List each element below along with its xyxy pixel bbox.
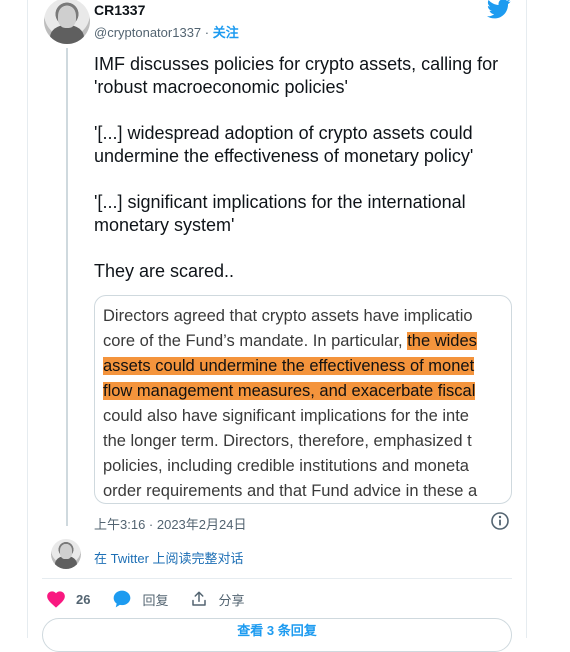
image-text-highlight: the wides <box>407 332 477 350</box>
image-text-line: core of the Fund’s mandate. In particula… <box>103 329 511 354</box>
image-text-line: the longer term. Directors, therefore, e… <box>103 429 511 454</box>
attached-image[interactable]: Directors agreed that crypto assets have… <box>94 295 512 504</box>
tweet-paragraph: '[...] widespread adoption of crypto ass… <box>94 122 524 168</box>
thread-connector-line <box>66 48 68 526</box>
image-text-plain: core of the Fund’s mandate. In particula… <box>103 332 408 350</box>
image-text-line: could also have significant implications… <box>103 404 511 429</box>
image-text-plain: could also have significant implications… <box>103 407 469 425</box>
reply-button[interactable]: 回复 <box>112 589 168 609</box>
image-text-line: order requirements and that Fund advice … <box>103 479 511 503</box>
share-label: 分享 <box>218 592 245 608</box>
image-text-line: Directors agreed that crypto assets have… <box>103 304 511 329</box>
tweet-line: '[...] widespread adoption of crypto ass… <box>94 123 473 143</box>
follow-link[interactable]: 关注 <box>213 25 239 40</box>
tweet-timestamp[interactable]: 上午3:16 · 2023年2月24日 <box>94 514 246 533</box>
image-text-line: assets could undermine the effectiveness… <box>103 354 511 379</box>
reply-label: 回复 <box>142 592 169 608</box>
image-text-highlight: flow management measures, and exacerbate… <box>103 382 476 400</box>
tweet-line: They are scared.. <box>94 261 235 281</box>
like-count: 26 <box>76 591 91 607</box>
share-icon <box>192 591 207 606</box>
tweet-paragraph: IMF discusses policies for crypto assets… <box>94 53 524 99</box>
attached-image-text: Directors agreed that crypto assets have… <box>103 304 511 503</box>
image-text-plain: order requirements and that Fund advice … <box>103 482 478 500</box>
tweet-line: IMF discusses policies for crypto assets… <box>94 54 499 74</box>
image-text-plain: Directors agreed that crypto assets have… <box>103 307 473 325</box>
image-text-highlight: assets could undermine the effectiveness… <box>103 357 475 375</box>
more-replies-button[interactable]: 查看 3 条回复 <box>42 618 512 652</box>
image-text-line: flow management measures, and exacerbate… <box>103 379 511 404</box>
read-full-thread-link[interactable]: 在 Twitter 上阅读完整对话 <box>94 548 244 567</box>
twitter-bird-icon[interactable] <box>487 0 511 20</box>
user-handle[interactable]: @cryptonator1337 <box>94 25 201 40</box>
like-button[interactable]: 26 <box>46 590 90 608</box>
action-bar: 26 回复 分享 <box>46 588 267 610</box>
image-text-line: policies, including credible institution… <box>103 454 511 479</box>
image-text-plain: the longer term. Directors, therefore, e… <box>103 432 472 450</box>
tweet-line: monetary system' <box>94 215 235 235</box>
tweet-body: IMF discusses policies for crypto assets… <box>94 53 524 283</box>
tweet-paragraph: They are scared.. <box>94 260 524 283</box>
divider <box>42 578 512 579</box>
tweet-paragraph: '[...] significant implications for the … <box>94 191 524 237</box>
reply-bubble-icon <box>114 590 131 608</box>
reader-avatar <box>51 539 81 569</box>
tweet-line: undermine the effectiveness of monetary … <box>94 146 474 166</box>
user-display-name[interactable]: CR1337 <box>94 2 145 18</box>
tweet-line: 'robust macroeconomic policies' <box>94 77 348 97</box>
user-meta-line: @cryptonator1337 · 关注 <box>94 22 239 41</box>
meta-separator: · <box>201 25 213 40</box>
heart-icon <box>47 591 65 608</box>
user-avatar[interactable] <box>44 0 90 44</box>
tweet-embed-card: CR1337 @cryptonator1337 · 关注 IMF discuss… <box>27 0 527 652</box>
share-button[interactable]: 分享 <box>190 590 245 609</box>
tweet-line: '[...] significant implications for the … <box>94 192 466 212</box>
image-text-plain: policies, including credible institution… <box>103 457 469 475</box>
info-icon[interactable] <box>490 511 510 531</box>
